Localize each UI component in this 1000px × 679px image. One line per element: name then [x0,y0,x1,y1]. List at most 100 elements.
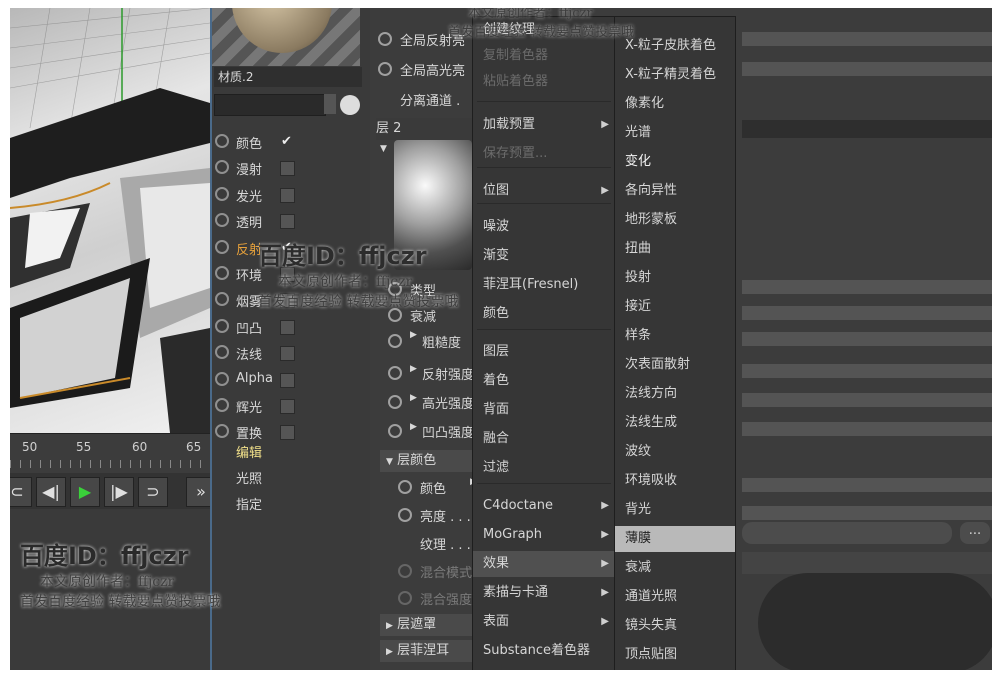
radio-icon[interactable] [398,564,412,578]
channel-checkbox[interactable]: ✔ [280,135,293,148]
triangle-right-icon[interactable]: ▶ [410,364,417,374]
menu-item[interactable]: 融合 [473,426,615,452]
channel-checkbox[interactable] [280,320,295,335]
menu-item[interactable]: Substance着色器 [473,638,615,664]
radio-icon[interactable] [378,62,392,76]
timeline-ruler[interactable]: 50 55 60 65 [10,433,210,474]
menu-item[interactable]: 背面 [473,397,615,423]
menu-item[interactable]: 粘贴着色器 [473,69,615,95]
menu-item[interactable]: 颜色 [473,301,615,327]
triangle-right-icon[interactable]: ▶ [410,330,417,340]
radio-icon[interactable] [215,213,229,227]
effects-menu-item[interactable]: 各向异性 [615,178,735,204]
effects-menu-item[interactable]: 薄膜 [615,526,735,552]
effects-menu-item[interactable]: 次表面散射 [615,352,735,378]
loop-button[interactable]: ⊃ [138,477,168,507]
menu-item[interactable]: 位图 ▶ [473,178,615,204]
channel-checkbox[interactable] [280,425,295,440]
channel-row[interactable]: Alpha [212,368,372,394]
channel-checkbox[interactable] [280,399,295,414]
channel-row[interactable]: 凹凸 [212,315,372,341]
slider-track[interactable] [742,280,992,294]
slider-track[interactable] [742,332,992,346]
effects-menu-item[interactable]: 背光 [615,497,735,523]
effects-menu-item[interactable]: 光谱 [615,120,735,146]
radio-icon[interactable] [398,591,412,605]
menu-item[interactable]: 素描与卡通 ▶ [473,580,615,606]
menu-item[interactable]: 噪波 [473,214,615,240]
menu-item[interactable]: 渐变 [473,243,615,269]
radio-icon[interactable] [215,266,229,280]
menu-item[interactable]: 复制着色器 [473,43,615,69]
viewport[interactable] [10,8,210,433]
channel-row[interactable]: 发光 [212,183,372,209]
effects-menu-item[interactable]: 波纹 [615,439,735,465]
next-key-button[interactable]: |▶ [104,477,134,507]
menu-item[interactable]: 表面 ▶ [473,609,615,635]
more-button[interactable]: ... [960,522,990,544]
radio-icon[interactable] [215,187,229,201]
radio-icon[interactable] [215,424,229,438]
menu-item[interactable]: 过滤 [473,455,615,481]
material-dropdown[interactable] [214,94,326,116]
slider-track[interactable] [742,306,992,320]
radio-icon[interactable] [388,334,402,348]
radio-icon[interactable] [388,424,402,438]
radio-icon[interactable] [215,319,229,333]
layer-mask-section[interactable]: ▶ 层遮罩 [380,614,476,636]
effects-menu-item[interactable]: 顶点贴图 [615,642,735,668]
menu-item[interactable]: 加载预置 ▶ [473,112,615,138]
blend-mode-dropdown[interactable] [742,552,992,574]
channel-row[interactable]: 漫射 [212,156,372,182]
channel-row[interactable]: 透明 [212,209,372,235]
play-button[interactable]: ▶ [70,477,100,507]
radio-icon[interactable] [378,32,392,46]
goto-start-button[interactable]: ⊂ [10,477,32,507]
menu-item[interactable]: 着色 [473,368,615,394]
channel-checkbox[interactable] [280,161,295,176]
radio-icon[interactable] [215,292,229,306]
layer-fresnel-section[interactable]: ▶ 层菲涅耳 [380,640,476,662]
effects-menu-item[interactable]: 衰减 [615,555,735,581]
texture-field[interactable] [742,522,952,544]
effects-menu-item[interactable]: 样条 [615,323,735,349]
slider-track[interactable] [742,393,992,407]
effects-menu-item[interactable]: 地形蒙板 [615,207,735,233]
radio-icon[interactable] [215,240,229,254]
slider-track[interactable] [742,506,992,520]
radio-icon[interactable] [215,372,229,386]
effects-menu-item[interactable]: 法线方向 [615,381,735,407]
channel-checkbox[interactable] [280,214,295,229]
pointer-icon[interactable] [340,95,360,115]
radio-icon[interactable] [215,398,229,412]
menu-item[interactable]: MoGraph ▶ [473,522,615,548]
effects-menu-item[interactable]: 接近 [615,294,735,320]
radio-icon[interactable] [398,480,412,494]
effects-menu-item[interactable]: 镜头失真 [615,613,735,639]
prev-key-button[interactable]: ◀| [36,477,66,507]
material-link[interactable]: 光照 [236,468,262,487]
slider-track[interactable] [742,364,992,378]
slider-track[interactable] [742,422,992,436]
radio-icon[interactable] [388,395,402,409]
channel-row[interactable]: 颜色 ✔ [212,130,372,156]
menu-item[interactable]: 多边形毛发 [473,667,615,670]
effects-menu-item[interactable]: 变化 [615,149,735,175]
effects-menu-item[interactable]: 像素化 [615,91,735,117]
chevron-right-icon[interactable] [324,94,336,114]
radio-icon[interactable] [215,160,229,174]
layer-title[interactable]: 层 2 [376,118,476,140]
triangle-right-icon[interactable]: ▶ [410,393,417,403]
effects-menu-item[interactable]: 环境吸收 [615,468,735,494]
radio-icon[interactable] [215,345,229,359]
material-preview[interactable] [212,8,360,66]
effects-menu-item[interactable]: 扭曲 [615,236,735,262]
slider-track[interactable] [742,62,992,76]
radio-icon[interactable] [398,508,412,522]
channel-checkbox[interactable] [280,373,295,388]
effects-menu-item[interactable]: 法线生成 [615,410,735,436]
radio-icon[interactable] [215,134,229,148]
material-name[interactable]: 材质.2 [214,67,362,87]
slider-track[interactable] [742,478,992,492]
effects-menu-item[interactable]: 通道光照 [615,584,735,610]
